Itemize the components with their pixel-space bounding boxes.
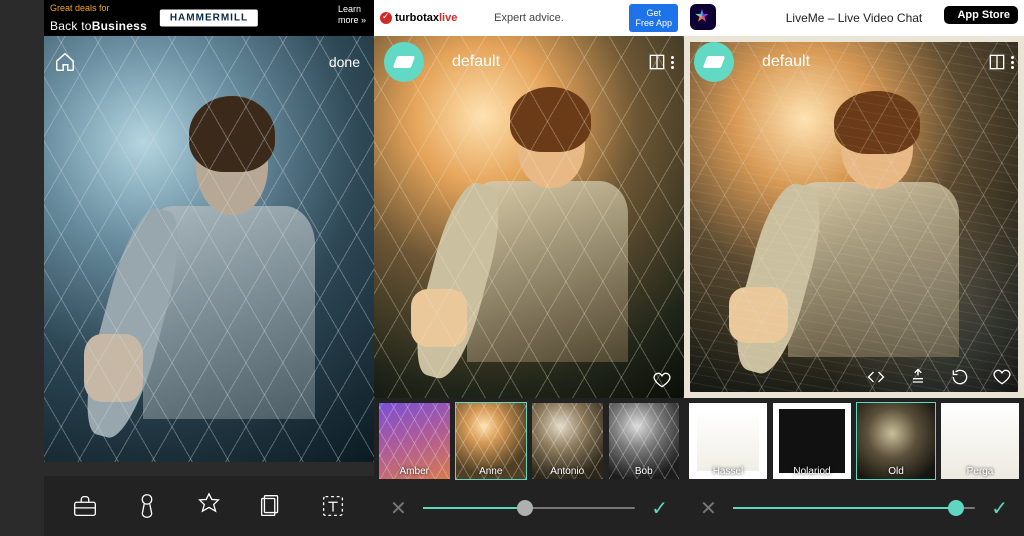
filter-thumb-bob[interactable]: Bob bbox=[608, 402, 681, 480]
grunge-overlay bbox=[690, 42, 1018, 392]
slider-knob[interactable] bbox=[948, 500, 964, 516]
ad-learn-line1: Learn bbox=[338, 4, 366, 15]
texture-thumb-nolariod[interactable]: Nolariod bbox=[772, 402, 852, 480]
phone-screen-1: Great deals for Back toBusiness HAMMERMI… bbox=[44, 0, 374, 536]
slider-fill bbox=[733, 507, 956, 509]
ad-banner-turbotax[interactable]: turbotaxlive Expert advice. Get Free App bbox=[374, 0, 684, 36]
texture-thumb-hassel[interactable]: Hassel bbox=[688, 402, 768, 480]
ad-learn-more[interactable]: Learn more » bbox=[338, 4, 366, 26]
ad-app-icon bbox=[690, 4, 716, 30]
slider-fill bbox=[423, 507, 525, 509]
texture-label: Hassel bbox=[689, 466, 767, 477]
cancel-button[interactable]: ✕ bbox=[700, 496, 717, 521]
photo-fence-overlay bbox=[374, 36, 684, 398]
photo-fence-overlay bbox=[44, 36, 374, 462]
ad-banner-hammermill[interactable]: Great deals for Back toBusiness HAMMERMI… bbox=[44, 0, 374, 36]
filter-label: Antonio bbox=[532, 466, 603, 477]
edit-canvas[interactable]: done bbox=[44, 36, 374, 462]
more-icon bbox=[671, 56, 674, 69]
toolbox-tool-icon[interactable] bbox=[70, 491, 100, 521]
filter-title: default bbox=[452, 53, 500, 71]
intensity-slider[interactable] bbox=[423, 507, 635, 509]
texture-thumb-perga[interactable]: Perga bbox=[940, 402, 1020, 480]
ad-text: LiveMe – Live Video Chat bbox=[786, 11, 923, 25]
phone-screen-2: turbotaxlive Expert advice. Get Free App… bbox=[374, 0, 684, 536]
texture-thumb-old[interactable]: Old bbox=[856, 402, 936, 480]
eraser-icon bbox=[393, 56, 415, 68]
rotate-button[interactable] bbox=[950, 367, 970, 392]
intensity-bar: ✕ ✓ bbox=[684, 480, 1024, 536]
apply-button[interactable]: ✓ bbox=[651, 496, 668, 521]
filter-label: Bob bbox=[609, 466, 680, 477]
slider-knob[interactable] bbox=[517, 500, 533, 516]
stage-left-margin bbox=[0, 0, 44, 536]
filter-title: default bbox=[762, 53, 810, 71]
intensity-slider[interactable] bbox=[733, 507, 975, 509]
texture-label: Old bbox=[857, 466, 935, 477]
layers-tool-icon[interactable] bbox=[256, 491, 286, 521]
ad-learn-line2: more » bbox=[338, 15, 366, 26]
ad-cta-line1: Get bbox=[635, 8, 672, 18]
done-button[interactable]: done bbox=[329, 54, 360, 70]
eraser-button[interactable] bbox=[384, 42, 424, 82]
ad-brand-light: Back to bbox=[50, 19, 92, 33]
check-icon bbox=[380, 12, 392, 24]
filter-label: Amber bbox=[379, 466, 450, 477]
texture-label: Perga bbox=[941, 466, 1019, 477]
ad-slogan: Expert advice. bbox=[494, 12, 564, 24]
filter-thumb-amber[interactable]: Amber bbox=[378, 402, 451, 480]
filter-thumb-antonio[interactable]: Antonio bbox=[531, 402, 604, 480]
ad-tagline: Great deals for bbox=[50, 3, 110, 13]
ad-tt1: turbotax bbox=[395, 12, 439, 24]
ad-cta-button[interactable]: Get Free App bbox=[629, 4, 678, 32]
ad-tt2: live bbox=[439, 12, 457, 24]
apply-button[interactable]: ✓ bbox=[991, 496, 1008, 521]
ad-logo-hammermill: HAMMERMILL bbox=[160, 10, 258, 27]
edit-canvas[interactable]: default bbox=[684, 36, 1024, 398]
ad-cta-line2: Free App bbox=[635, 18, 672, 28]
filter-strip[interactable]: Amber Anne Antonio Bob bbox=[374, 398, 684, 480]
ad-logo-turbotax: turbotaxlive bbox=[380, 12, 457, 24]
texture-label: Nolariod bbox=[773, 466, 851, 477]
flip-button[interactable] bbox=[866, 367, 886, 392]
shuffle-button[interactable] bbox=[908, 367, 928, 392]
ad-brand-bold: Business bbox=[92, 19, 147, 33]
eraser-button[interactable] bbox=[694, 42, 734, 82]
ad-banner-liveme[interactable]: LiveMe – Live Video Chat App Store bbox=[684, 0, 1024, 36]
effects-tool-icon[interactable] bbox=[194, 491, 224, 521]
canvas-gap bbox=[44, 462, 374, 476]
more-icon bbox=[1011, 56, 1014, 69]
intensity-bar: ✕ ✓ bbox=[374, 480, 684, 536]
favorite-button[interactable] bbox=[652, 370, 672, 390]
home-button[interactable] bbox=[54, 51, 76, 73]
app-store-button[interactable]: App Store bbox=[944, 6, 1018, 24]
text-tool-icon[interactable] bbox=[318, 491, 348, 521]
edit-canvas[interactable]: default bbox=[374, 36, 684, 398]
brush-tool-icon[interactable] bbox=[132, 491, 162, 521]
texture-strip[interactable]: Hassel Nolariod Old Perga bbox=[684, 398, 1024, 480]
filter-label: Anne bbox=[456, 466, 527, 477]
eraser-icon bbox=[703, 56, 725, 68]
filter-thumb-anne[interactable]: Anne bbox=[455, 402, 528, 480]
phone-screen-3: LiveMe – Live Video Chat App Store defau… bbox=[684, 0, 1024, 536]
tool-toolbar bbox=[44, 476, 374, 536]
compare-button[interactable] bbox=[647, 52, 674, 72]
cancel-button[interactable]: ✕ bbox=[390, 496, 407, 521]
app-store-label: App Store bbox=[957, 9, 1010, 21]
favorite-button[interactable] bbox=[992, 367, 1012, 392]
texture-controls bbox=[684, 367, 1024, 392]
ad-brand: Back toBusiness bbox=[50, 19, 147, 33]
compare-button[interactable] bbox=[987, 52, 1014, 72]
